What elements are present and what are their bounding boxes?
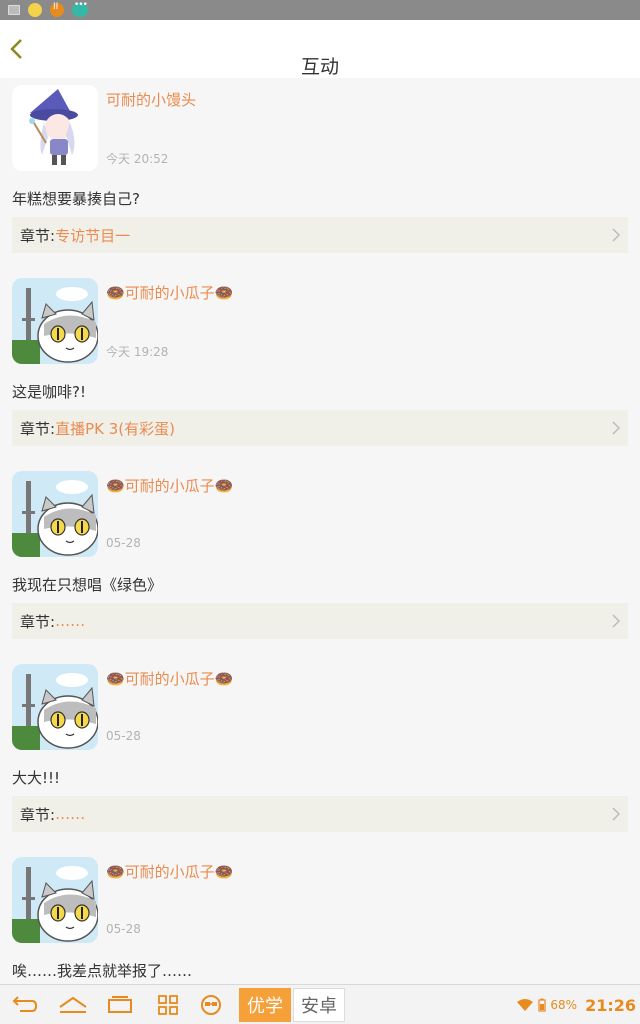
cat-avatar-icon (12, 857, 98, 943)
chapter-name: 直播PK 3(有彩蛋) (55, 419, 175, 438)
timestamp: 05-28 (106, 729, 141, 743)
clock: 21:26 (585, 995, 636, 1015)
chapter-link[interactable]: 章节: 专访节目一 (12, 217, 628, 253)
comment-text: 这是咖啡?! (12, 383, 86, 401)
back-button[interactable] (8, 991, 40, 1019)
timestamp: 05-28 (106, 536, 141, 550)
screenshot-icon (201, 995, 221, 1015)
recents-icon (108, 996, 132, 1013)
witch-girl-avatar-icon (12, 85, 98, 171)
avatar[interactable] (12, 85, 98, 171)
comment-text: 年糕想要暴揍自己? (12, 190, 140, 208)
chapter-link[interactable]: 章节: …… (12, 603, 628, 639)
cat-avatar-icon (12, 664, 98, 750)
chevron-right-icon (612, 228, 620, 242)
home-button[interactable] (56, 991, 90, 1019)
home-icon (59, 996, 87, 1013)
username[interactable]: 可耐的小馒头 (106, 89, 196, 110)
page-title: 互动 (300, 56, 339, 78)
emoji-icon (28, 3, 42, 17)
post-card: 🍩可耐的小瓜子🍩 05-28 唉……我差点就举报了…… (0, 850, 640, 984)
chapter-link[interactable]: 章节: …… (12, 796, 628, 832)
status-bar (0, 0, 640, 20)
tab-anzhuo[interactable]: 安卓 (293, 988, 345, 1022)
battery-icon (538, 998, 546, 1012)
chapter-label: 章节: (20, 419, 56, 438)
timestamp: 今天 19:28 (106, 345, 169, 359)
chapter-label: 章节: (20, 805, 56, 824)
tab-youxue[interactable]: 优学 (239, 988, 291, 1022)
timestamp: 今天 20:52 (106, 152, 169, 166)
comment-text: 大大!!! (12, 769, 61, 787)
comment-text: 我现在只想唱《绿色》 (12, 576, 163, 594)
header: 互动 (0, 20, 640, 78)
post-card: 🍩可耐的小瓜子🍩 今天 19:28 这是咖啡?! 章节: 直播PK 3(有彩蛋) (0, 271, 640, 464)
chevron-right-icon (612, 807, 620, 821)
chapter-label: 章节: (20, 226, 56, 245)
system-nav-bar: 优学 安卓 68% 21:26 (0, 984, 640, 1024)
more-icon (72, 0, 88, 17)
gallery-icon (8, 5, 20, 15)
avatar[interactable] (12, 278, 98, 364)
back-icon (12, 996, 38, 1012)
chevron-right-icon (612, 614, 620, 628)
post-card: 🍩可耐的小瓜子🍩 05-28 大大!!! 章节: …… (0, 657, 640, 850)
username[interactable]: 🍩可耐的小瓜子🍩 (106, 668, 233, 689)
timestamp: 05-28 (106, 922, 141, 936)
chapter-label: 章节: (20, 612, 56, 631)
interaction-feed: 可耐的小馒头 今天 20:52 年糕想要暴揍自己? 章节: 专访节目一 🍩可耐的… (0, 78, 640, 984)
cat-avatar-icon (12, 278, 98, 364)
avatar[interactable] (12, 664, 98, 750)
avatar[interactable] (12, 471, 98, 557)
system-tray: 68% 21:26 (516, 985, 636, 1024)
comment-text: 唉……我差点就举报了…… (12, 962, 193, 980)
username[interactable]: 🍩可耐的小瓜子🍩 (106, 861, 233, 882)
battery-level: 68% (550, 998, 578, 1012)
chapter-name: …… (55, 805, 86, 823)
pause-icon (50, 2, 64, 17)
username[interactable]: 🍩可耐的小瓜子🍩 (106, 475, 233, 496)
post-card: 可耐的小馒头 今天 20:52 年糕想要暴揍自己? 章节: 专访节目一 (0, 78, 640, 271)
apps-grid-icon (158, 995, 178, 1015)
username[interactable]: 🍩可耐的小瓜子🍩 (106, 282, 233, 303)
chapter-name: 专访节目一 (55, 226, 131, 245)
apps-button[interactable] (155, 991, 181, 1019)
chevron-right-icon (612, 421, 620, 435)
avatar[interactable] (12, 857, 98, 943)
recents-button[interactable] (104, 991, 136, 1019)
wifi-icon (517, 999, 534, 1011)
screenshot-button[interactable] (197, 991, 225, 1019)
chapter-name: …… (55, 612, 86, 630)
post-card: 🍩可耐的小瓜子🍩 05-28 我现在只想唱《绿色》 章节: …… (0, 464, 640, 657)
chapter-link[interactable]: 章节: 直播PK 3(有彩蛋) (12, 410, 628, 446)
cat-avatar-icon (12, 471, 98, 557)
